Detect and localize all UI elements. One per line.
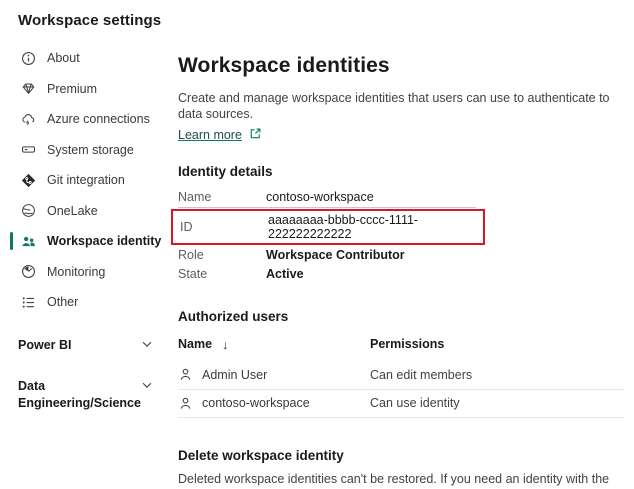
learn-more-link[interactable]: Learn more — [178, 128, 242, 142]
sidebar-item-system-storage[interactable]: System storage — [0, 139, 166, 161]
sidebar-item-label: About — [47, 51, 80, 65]
page-description: Create and manage workspace identities t… — [178, 90, 624, 123]
column-header-label: Name — [178, 337, 212, 351]
sort-descending-icon: ↓ — [222, 337, 229, 352]
gauge-icon — [20, 264, 36, 280]
sidebar-item-label: Azure connections — [47, 112, 150, 126]
detail-label: Name — [178, 190, 266, 204]
onelake-icon — [20, 203, 36, 219]
user-name: Admin User — [202, 368, 267, 382]
settings-layout: About Premium Azure connections System s… — [0, 31, 634, 489]
sidebar-item-azure-connections[interactable]: Azure connections — [0, 108, 166, 130]
sidebar-item-git-integration[interactable]: Git integration — [0, 169, 166, 191]
person-icon — [178, 395, 194, 411]
list-icon — [20, 294, 36, 310]
panel-title: Workspace settings — [0, 0, 634, 29]
user-name: contoso-workspace — [202, 396, 310, 410]
premium-gem-icon — [20, 81, 36, 97]
detail-label: ID — [180, 220, 268, 234]
git-icon — [20, 172, 36, 188]
chevron-down-icon — [140, 337, 154, 354]
person-icon — [178, 367, 194, 383]
sidebar-item-workspace-identity[interactable]: Workspace identity — [0, 230, 166, 252]
detail-value: contoso-workspace — [266, 190, 374, 204]
sidebar-item-label: Other — [47, 295, 78, 309]
sidebar-item-label: Premium — [47, 82, 97, 96]
identity-row-state: State Active — [178, 265, 476, 284]
sidebar-item-label: Monitoring — [47, 265, 105, 279]
sidebar-group-label: Power BI — [18, 337, 72, 354]
authorized-users-table: Name ↓ Permissions Admin User Can edit — [178, 337, 624, 418]
sidebar-item-other[interactable]: Other — [0, 291, 166, 313]
sidebar-group-label: Data Engineering/Science — [18, 378, 136, 412]
users-table-header: Name ↓ Permissions — [178, 337, 624, 361]
info-icon — [20, 50, 36, 66]
detail-value: Workspace Contributor — [266, 248, 405, 262]
column-header-name[interactable]: Name ↓ — [178, 337, 370, 352]
delete-identity-description: Deleted workspace identities can't be re… — [178, 471, 624, 489]
identity-details-table: Name contoso-workspace ID aaaaaaaa-bbbb-… — [178, 188, 476, 284]
sidebar-item-onelake[interactable]: OneLake — [0, 200, 166, 222]
user-permission: Can use identity — [370, 396, 460, 410]
chevron-down-icon — [140, 378, 154, 395]
storage-icon — [20, 142, 36, 158]
sidebar-group-power-bi[interactable]: Power BI — [0, 337, 166, 354]
authorized-users-heading: Authorized users — [178, 309, 624, 324]
sidebar-item-monitoring[interactable]: Monitoring — [0, 261, 166, 283]
detail-label: State — [178, 267, 266, 281]
user-permission: Can edit members — [370, 368, 472, 382]
sidebar-group-data-engineering-science[interactable]: Data Engineering/Science — [0, 378, 166, 412]
sidebar-item-label: OneLake — [47, 204, 98, 218]
sidebar-item-label: System storage — [47, 143, 134, 157]
people-icon — [20, 233, 36, 249]
detail-value: aaaaaaaa-bbbb-cccc-1111-222222222222 — [268, 213, 474, 241]
detail-label: Role — [178, 248, 266, 262]
identity-row-name: Name contoso-workspace — [178, 188, 476, 208]
identity-row-id-highlighted: ID aaaaaaaa-bbbb-cccc-1111-222222222222 — [171, 209, 485, 245]
detail-value: Active — [266, 267, 304, 281]
cloud-connection-icon — [20, 111, 36, 127]
user-row: contoso-workspace Can use identity — [178, 389, 624, 417]
delete-identity-heading: Delete workspace identity — [178, 448, 624, 463]
learn-more-row: Learn more — [178, 127, 624, 143]
workspace-identities-page: Workspace identities Create and manage w… — [166, 31, 634, 489]
identity-row-role: Role Workspace Contributor — [178, 246, 476, 265]
settings-sidebar: About Premium Azure connections System s… — [0, 31, 166, 489]
workspace-settings-panel: Workspace settings About Premium Azu — [0, 0, 634, 489]
sidebar-item-about[interactable]: About — [0, 47, 166, 69]
sidebar-item-label: Workspace identity — [47, 234, 161, 248]
sidebar-item-premium[interactable]: Premium — [0, 78, 166, 100]
page-title: Workspace identities — [178, 54, 624, 78]
external-link-icon — [249, 127, 262, 143]
sidebar-item-label: Git integration — [47, 173, 125, 187]
identity-details-heading: Identity details — [178, 164, 624, 179]
users-table-body: Admin User Can edit members contoso-work… — [178, 361, 624, 418]
column-header-permissions: Permissions — [370, 337, 444, 352]
user-row: Admin User Can edit members — [178, 361, 624, 389]
